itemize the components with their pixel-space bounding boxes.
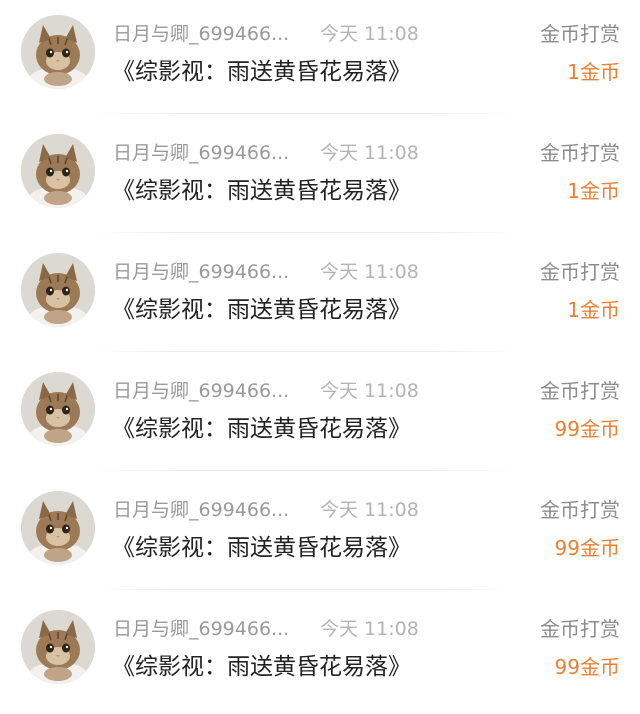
reward-amount: 99金币 <box>554 655 620 679</box>
reward-amount: 1金币 <box>567 298 620 322</box>
list-item[interactable]: 日月与卿_699466... 今天 11:08 《综影视：雨送黄昏花易落》 金币… <box>0 238 640 357</box>
reward-type: 金币打赏 <box>540 141 620 165</box>
reward-type: 金币打赏 <box>540 617 620 641</box>
reward-record-list: 日月与卿_699466... 今天 11:08 《综影视：雨送黄昏花易落》 金币… <box>0 0 640 696</box>
username[interactable]: 日月与卿_699466... <box>113 617 289 641</box>
book-title[interactable]: 《综影视：雨送黄昏花易落》 <box>112 533 411 563</box>
timestamp: 今天 11:08 <box>320 618 419 640</box>
reward-amount: 1金币 <box>567 179 620 203</box>
book-title[interactable]: 《综影视：雨送黄昏花易落》 <box>112 652 411 682</box>
list-item[interactable]: 日月与卿_699466... 今天 11:08 《综影视：雨送黄昏花易落》 金币… <box>0 476 640 595</box>
timestamp: 今天 11:08 <box>320 142 419 164</box>
divider <box>90 113 520 114</box>
cat-avatar-icon[interactable] <box>21 491 95 565</box>
divider <box>90 589 520 590</box>
book-title[interactable]: 《综影视：雨送黄昏花易落》 <box>112 414 411 444</box>
username[interactable]: 日月与卿_699466... <box>113 260 289 284</box>
reward-amount: 99金币 <box>554 536 620 560</box>
cat-avatar-icon[interactable] <box>21 610 95 684</box>
timestamp: 今天 11:08 <box>320 499 419 521</box>
book-title[interactable]: 《综影视：雨送黄昏花易落》 <box>112 57 411 87</box>
list-item[interactable]: 日月与卿_699466... 今天 11:08 《综影视：雨送黄昏花易落》 金币… <box>0 595 640 714</box>
username[interactable]: 日月与卿_699466... <box>113 22 289 46</box>
book-title[interactable]: 《综影视：雨送黄昏花易落》 <box>112 295 411 325</box>
cat-avatar-icon[interactable] <box>21 253 95 327</box>
reward-type: 金币打赏 <box>540 260 620 284</box>
list-item[interactable]: 日月与卿_699466... 今天 11:08 《综影视：雨送黄昏花易落》 金币… <box>0 0 640 119</box>
reward-type: 金币打赏 <box>540 379 620 403</box>
cat-avatar-icon[interactable] <box>21 15 95 89</box>
username[interactable]: 日月与卿_699466... <box>113 379 289 403</box>
timestamp: 今天 11:08 <box>320 380 419 402</box>
timestamp: 今天 11:08 <box>320 261 419 283</box>
divider <box>90 232 520 233</box>
reward-type: 金币打赏 <box>540 498 620 522</box>
reward-amount: 99金币 <box>554 417 620 441</box>
cat-avatar-icon[interactable] <box>21 372 95 446</box>
divider <box>90 470 520 471</box>
timestamp: 今天 11:08 <box>320 23 419 45</box>
list-item[interactable]: 日月与卿_699466... 今天 11:08 《综影视：雨送黄昏花易落》 金币… <box>0 119 640 238</box>
username[interactable]: 日月与卿_699466... <box>113 498 289 522</box>
reward-amount: 1金币 <box>567 60 620 84</box>
list-item[interactable]: 日月与卿_699466... 今天 11:08 《综影视：雨送黄昏花易落》 金币… <box>0 357 640 476</box>
book-title[interactable]: 《综影视：雨送黄昏花易落》 <box>112 176 411 206</box>
divider <box>90 351 520 352</box>
reward-type: 金币打赏 <box>540 22 620 46</box>
cat-avatar-icon[interactable] <box>21 134 95 208</box>
username[interactable]: 日月与卿_699466... <box>113 141 289 165</box>
